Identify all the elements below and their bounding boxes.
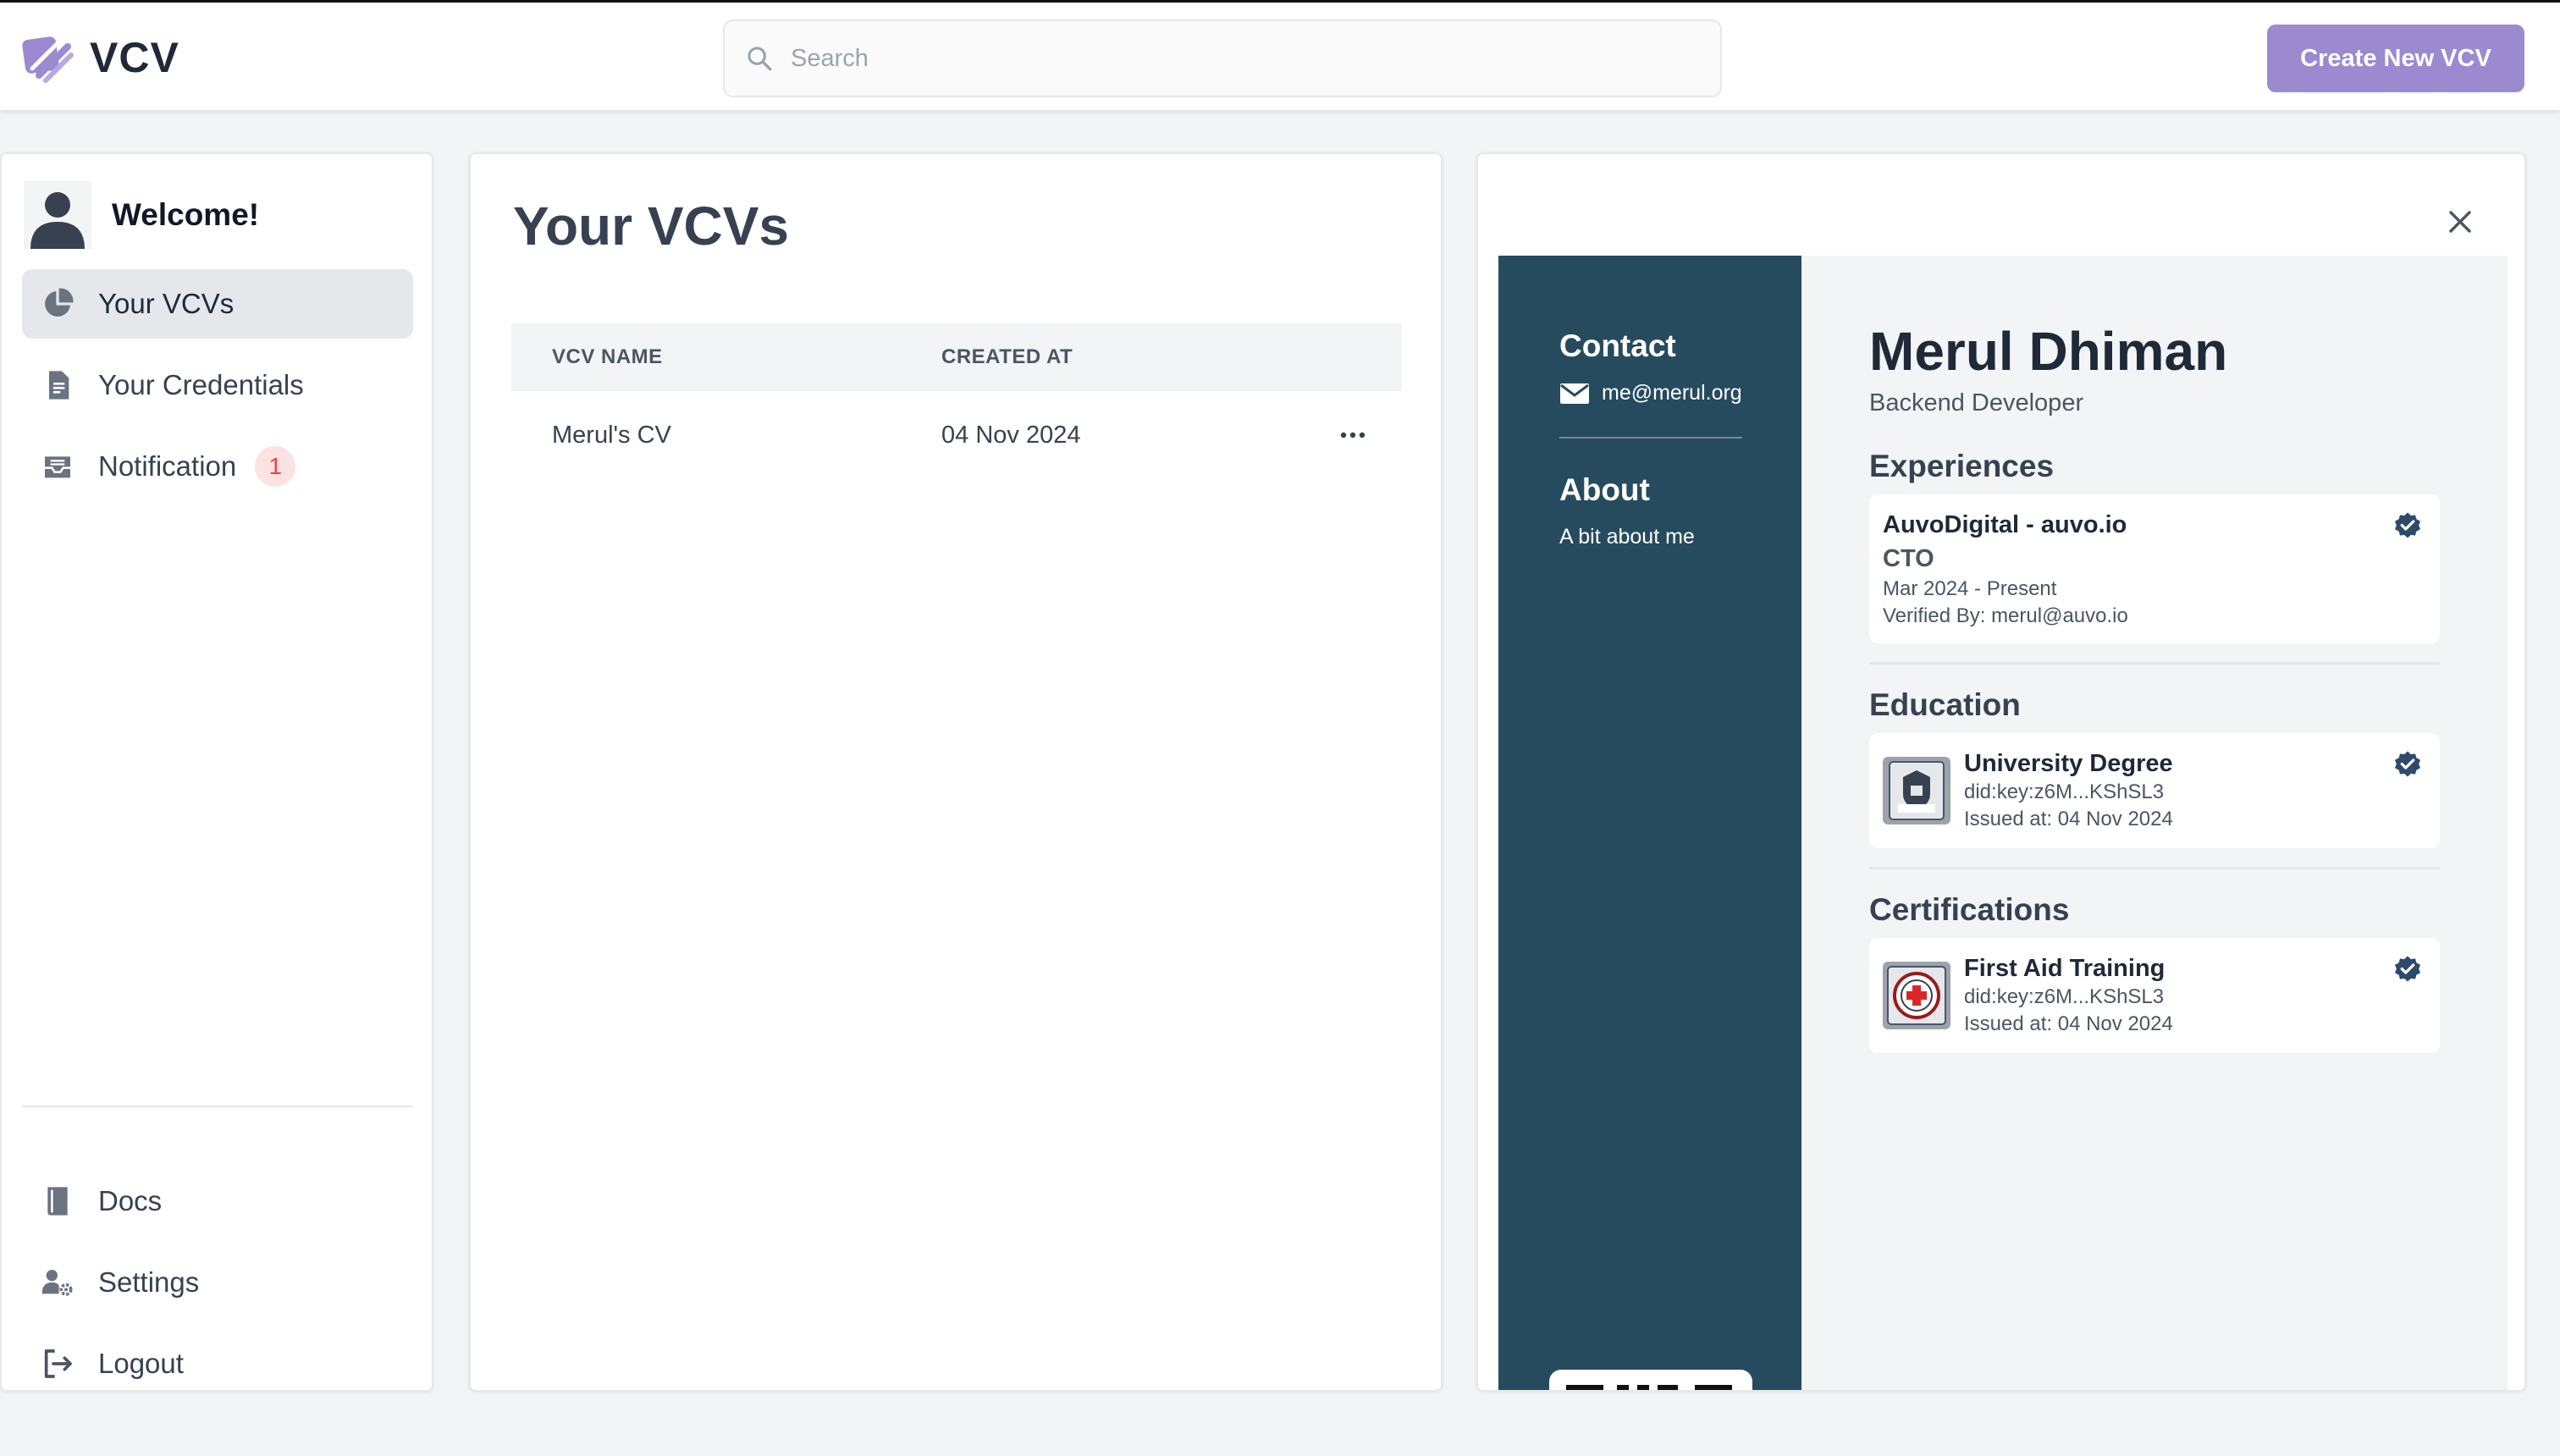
search-input[interactable]	[791, 44, 1680, 73]
sidebar-item-notification[interactable]: Notification 1	[22, 432, 413, 501]
cv-name: Merul Dhiman	[1869, 321, 2228, 382]
vcv-name-cell: Merul's CV	[552, 421, 671, 449]
created-at-cell: 04 Nov 2024	[941, 421, 1081, 449]
welcome-block: Welcome!	[24, 181, 259, 249]
sidebar-item-label: Notification	[98, 450, 237, 482]
university-degree-badge-icon	[1883, 757, 1950, 825]
contact-heading: Contact	[1559, 328, 1676, 363]
notification-badge: 1	[255, 446, 296, 487]
table-header: VCV NAME CREATED AT	[511, 323, 1402, 391]
close-preview-button[interactable]	[2440, 201, 2480, 242]
vcv-preview-panel: Contact me@merul.org About A bit about m…	[1476, 152, 2526, 1392]
sidebar-item-label: Your VCVs	[98, 288, 234, 319]
education-card[interactable]: University Degree did:key:z6M...KShSL3 I…	[1869, 733, 2440, 848]
avatar-icon	[24, 181, 91, 249]
education-name: University Degree	[1964, 750, 2173, 777]
column-header-vcv-name: VCV NAME	[552, 345, 663, 368]
sidebar-item-label: Your Credentials	[98, 369, 304, 400]
inbox-icon	[45, 456, 70, 478]
create-new-vcv-button[interactable]: Create New VCV	[2267, 25, 2524, 92]
sidebar-item-label: Settings	[98, 1266, 200, 1298]
certification-issued: Issued at: 04 Nov 2024	[1964, 1012, 2173, 1035]
mail-icon	[1560, 383, 1589, 404]
close-icon	[2449, 211, 2471, 233]
sidebar-item-label: Docs	[98, 1185, 163, 1216]
logout-icon	[44, 1349, 72, 1378]
user-gear-icon	[41, 1270, 73, 1296]
section-divider	[1869, 867, 2440, 869]
vcv-list-panel: Your VCVs VCV NAME CREATED AT Merul's CV…	[469, 152, 1443, 1392]
row-actions-button[interactable]	[1332, 415, 1373, 455]
sidebar-divider	[22, 1106, 413, 1107]
first-aid-badge-icon	[1883, 962, 1950, 1029]
education-did: did:key:z6M...KShSL3	[1964, 780, 2165, 803]
about-text: A bit about me	[1559, 525, 1695, 549]
search-icon	[748, 47, 772, 71]
cv-main: Merul Dhiman Backend Developer Experienc…	[1801, 256, 2508, 1390]
sidebar-item-logout[interactable]: Logout	[22, 1329, 413, 1398]
brand-name: VCV	[90, 34, 179, 81]
brand[interactable]: VCV	[20, 28, 179, 87]
sidebar-item-label: Logout	[98, 1348, 184, 1379]
vcv-logo-icon	[22, 36, 74, 83]
sidebar-item-your-vcvs[interactable]: Your VCVs	[22, 269, 413, 339]
sidebar-item-settings[interactable]: Settings	[22, 1248, 413, 1317]
sidebar-item-your-credentials[interactable]: Your Credentials	[22, 350, 413, 420]
about-heading: About	[1559, 472, 1650, 507]
certification-card[interactable]: First Aid Training did:key:z6M...KShSL3 …	[1869, 938, 2440, 1053]
experience-org: AuvoDigital - auvo.io	[1883, 511, 2127, 538]
contact-email[interactable]: me@merul.org	[1559, 381, 1742, 405]
sidebar: Welcome! Your VCVs Your Credentials Noti…	[0, 152, 433, 1392]
top-bar: VCV Create New VCV	[0, 0, 2560, 110]
certification-did: did:key:z6M...KShSL3	[1964, 985, 2165, 1008]
email-text: me@merul.org	[1602, 381, 1742, 405]
table-row[interactable]: Merul's CV 04 Nov 2024	[511, 391, 1402, 479]
document-icon	[49, 371, 69, 400]
experience-dates: Mar 2024 - Present	[1883, 577, 2057, 600]
contact-divider	[1559, 437, 1742, 438]
pie-chart-icon	[45, 288, 74, 317]
verified-badge-icon	[2395, 512, 2420, 538]
qr-code-partial	[1549, 1370, 1752, 1390]
certification-name: First Aid Training	[1964, 955, 2166, 982]
page-title: Your VCVs	[513, 196, 789, 256]
experience-title: CTO	[1883, 545, 1934, 572]
more-horizontal-icon	[1340, 432, 1366, 438]
experiences-heading: Experiences	[1869, 449, 2055, 483]
education-heading: Education	[1869, 687, 2021, 722]
certifications-heading: Certifications	[1869, 892, 2070, 927]
book-icon	[47, 1187, 68, 1216]
search-box[interactable]	[723, 19, 1722, 97]
verified-badge-icon	[2395, 956, 2420, 982]
cv-role: Backend Developer	[1869, 389, 2084, 416]
sidebar-item-docs[interactable]: Docs	[22, 1166, 413, 1236]
cv-sidebar: Contact me@merul.org About A bit about m…	[1498, 256, 1801, 1390]
experience-verified-by: Verified By: merul@auvo.io	[1883, 604, 2128, 627]
education-issued: Issued at: 04 Nov 2024	[1964, 808, 2173, 830]
verified-badge-icon	[2395, 751, 2420, 777]
section-divider	[1869, 662, 2440, 665]
experience-card[interactable]: AuvoDigital - auvo.io CTO Mar 2024 - Pre…	[1869, 494, 2440, 643]
welcome-text: Welcome!	[112, 197, 260, 232]
column-header-created-at: CREATED AT	[941, 345, 1073, 368]
